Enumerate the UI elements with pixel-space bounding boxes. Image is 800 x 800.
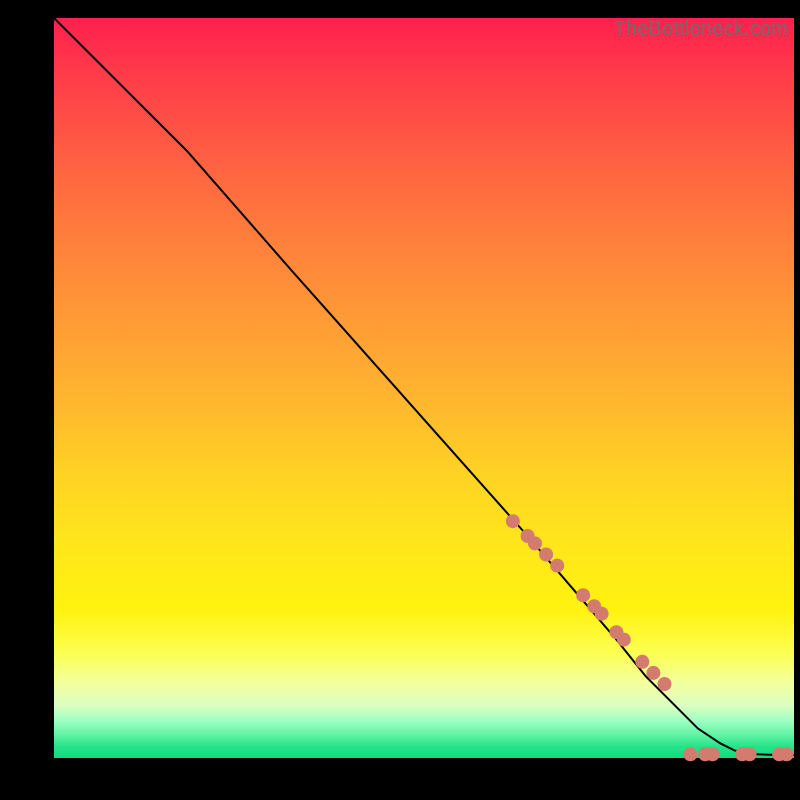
scatter-point [539,548,553,562]
scatter-point [743,747,757,761]
scatter-point [506,514,520,528]
scatter-point [780,747,794,761]
scatter-point [550,559,564,573]
scatter-points [506,514,794,761]
scatter-point [528,536,542,550]
scatter-point [635,655,649,669]
scatter-point [595,607,609,621]
curve-line [54,18,794,755]
scatter-point [617,633,631,647]
plot-area: TheBottleneck.com [54,18,794,758]
scatter-point [658,677,672,691]
chart-svg [54,18,794,758]
scatter-point [683,747,697,761]
chart-frame: TheBottleneck.com [0,0,800,800]
scatter-point [646,666,660,680]
scatter-point [706,747,720,761]
scatter-point [576,588,590,602]
